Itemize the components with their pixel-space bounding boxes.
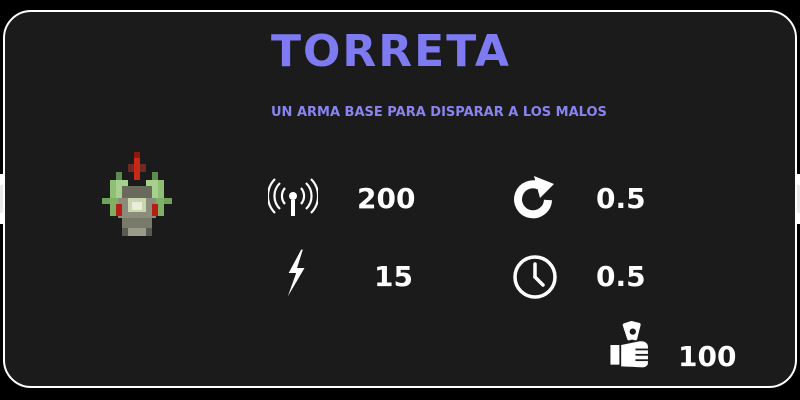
tower-title: TORRETA — [271, 26, 511, 77]
hand-money-icon — [610, 321, 648, 368]
signal-tower-icon — [268, 178, 318, 216]
cooldown-value: 0.5 — [596, 260, 646, 293]
lightning-bolt-icon — [287, 249, 305, 297]
range-value: 200 — [357, 182, 416, 215]
tower-description: UN ARMA BASE PARA DISPARAR A LOS MALOS — [271, 105, 607, 120]
fire-rate-value: 0.5 — [596, 182, 646, 215]
reload-arrow-icon — [514, 176, 554, 219]
clock-icon — [513, 255, 557, 299]
damage-value: 15 — [374, 260, 413, 293]
cost-value: 100 — [678, 340, 737, 373]
turret-sprite — [102, 152, 172, 236]
